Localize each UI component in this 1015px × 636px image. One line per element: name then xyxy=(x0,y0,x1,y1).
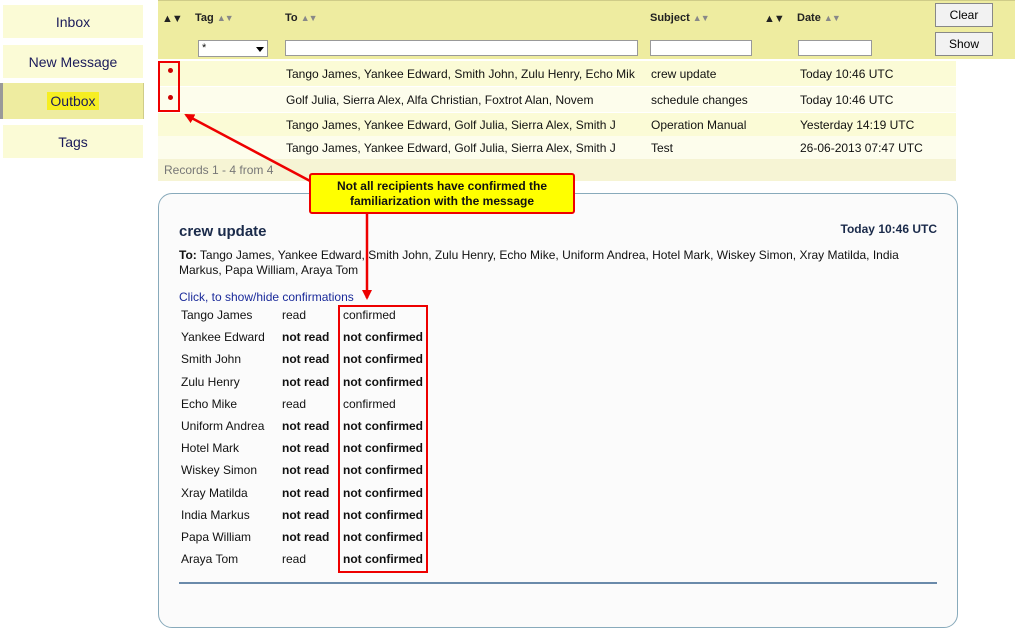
dropdown-caret-icon xyxy=(256,47,264,52)
read-status: not read xyxy=(282,375,330,389)
recipient-name: India Markus xyxy=(181,508,250,522)
read-status: not read xyxy=(282,508,330,522)
sidebar-item-new-message[interactable]: New Message xyxy=(3,45,143,78)
message-detail-panel: crew update Today 10:46 UTC To: Tango Ja… xyxy=(158,193,958,628)
read-status: not read xyxy=(282,530,330,544)
recipient-list: Tango James, Yankee Edward, Smith John, … xyxy=(179,248,899,277)
confirmation-row: Uniform Andrea not read not confirmed xyxy=(181,419,481,441)
sidebar-item-label: Inbox xyxy=(55,13,91,30)
tag-filter-value: * xyxy=(202,42,207,54)
recipient-name: Yankee Edward xyxy=(181,330,265,344)
confirmation-row: Yankee Edward not read not confirmed xyxy=(181,330,481,352)
recipient-name: Smith John xyxy=(181,352,242,366)
confirmation-row: Smith John not read not confirmed xyxy=(181,352,481,374)
recipient-name: Papa William xyxy=(181,530,252,544)
confirmation-row: Tango James read confirmed xyxy=(181,308,481,330)
sidebar-item-inbox[interactable]: Inbox xyxy=(3,5,143,38)
confirmation-row: Echo Mike read confirmed xyxy=(181,397,481,419)
message-to: Tango James, Yankee Edward, Golf Julia, … xyxy=(286,141,616,155)
recipient-name: Zulu Henry xyxy=(181,375,240,389)
sort-arrows-icon[interactable]: ▲▼ xyxy=(824,13,841,23)
confirmation-row: Zulu Henry not read not confirmed xyxy=(181,375,481,397)
sort-arrows-icon[interactable]: ▲▼ xyxy=(764,13,785,25)
read-status: not read xyxy=(282,441,330,455)
column-header-tag[interactable]: Tag ▲▼ xyxy=(195,12,234,24)
message-subject: crew update xyxy=(651,67,717,81)
sort-arrows-icon[interactable]: ▲▼ xyxy=(693,13,710,23)
column-label: To xyxy=(285,12,298,24)
show-button[interactable]: Show xyxy=(935,32,993,56)
column-header-to[interactable]: To ▲▼ xyxy=(285,12,318,24)
recipient-name: Hotel Mark xyxy=(181,441,240,455)
message-date: 26-06-2013 07:47 UTC xyxy=(800,141,923,155)
detail-date: Today 10:46 UTC xyxy=(840,222,937,236)
message-subject: Test xyxy=(651,141,674,155)
column-label: Tag xyxy=(195,12,214,24)
message-row[interactable]: Tango James, Yankee Edward, Golf Julia, … xyxy=(158,136,956,159)
message-row[interactable]: Tango James, Yankee Edward, Golf Julia, … xyxy=(158,113,956,136)
confirmation-row: Hotel Mark not read not confirmed xyxy=(181,441,481,463)
confirmation-row: Wiskey Simon not read not confirmed xyxy=(181,463,481,485)
confirmation-row: Papa William not read not confirmed xyxy=(181,530,481,552)
message-subject: schedule changes xyxy=(651,93,748,107)
sidebar-item-label: Outbox xyxy=(47,92,99,110)
to-label: To: xyxy=(179,248,197,262)
detail-title: crew update xyxy=(179,223,267,240)
toggle-confirmations-link[interactable]: Click, to show/hide confirmations xyxy=(179,290,354,304)
read-status: read xyxy=(282,397,307,411)
confirmation-row: India Markus not read not confirmed xyxy=(181,508,481,530)
column-label: Subject xyxy=(650,12,690,24)
column-label: Date xyxy=(797,12,821,24)
to-filter-input[interactable] xyxy=(285,40,638,56)
sidebar-item-label: New Message xyxy=(28,53,118,70)
message-subject: Operation Manual xyxy=(651,118,747,132)
records-text: Records 1 - 4 from 4 xyxy=(164,163,274,177)
unconfirmed-indicator-highlight xyxy=(158,61,180,112)
callout-line-1: Not all recipients have confirmed the xyxy=(336,179,548,193)
read-status: not read xyxy=(282,352,330,366)
recipient-name: Wiskey Simon xyxy=(181,463,258,477)
recipient-name: Araya Tom xyxy=(181,552,239,566)
clear-button[interactable]: Clear xyxy=(935,3,993,27)
read-status: read xyxy=(282,308,307,322)
sort-arrows-icon[interactable]: ▲▼ xyxy=(162,13,183,25)
message-row[interactable]: Tango James, Yankee Edward, Smith John, … xyxy=(158,61,956,86)
recipient-name: Tango James xyxy=(181,308,253,322)
read-status: not read xyxy=(282,463,330,477)
message-row[interactable]: Golf Julia, Sierra Alex, Alfa Christian,… xyxy=(158,87,956,112)
message-date: Today 10:46 UTC xyxy=(800,93,894,107)
recipient-name: Xray Matilda xyxy=(181,486,248,500)
message-to: Tango James, Yankee Edward, Golf Julia, … xyxy=(286,118,616,132)
column-header-date[interactable]: Date ▲▼ xyxy=(797,12,841,24)
message-to: Tango James, Yankee Edward, Smith John, … xyxy=(286,67,635,81)
sort-arrows-icon[interactable]: ▲▼ xyxy=(301,13,318,23)
tag-filter-select[interactable]: * xyxy=(198,40,268,57)
read-status: not read xyxy=(282,330,330,344)
sidebar-item-tags[interactable]: Tags xyxy=(3,125,143,158)
confirmation-row: Xray Matilda not read not confirmed xyxy=(181,486,481,508)
divider xyxy=(179,582,937,584)
detail-recipients: To: Tango James, Yankee Edward, Smith Jo… xyxy=(179,248,919,278)
message-to: Golf Julia, Sierra Alex, Alfa Christian,… xyxy=(286,93,594,107)
sidebar-item-label: Tags xyxy=(58,133,88,150)
read-status: read xyxy=(282,552,307,566)
annotation-callout: Not all recipients have confirmed the fa… xyxy=(309,173,575,214)
confirmation-status-highlight xyxy=(338,305,428,573)
date-filter-input[interactable] xyxy=(798,40,872,56)
callout-line-2: familiarization with the message xyxy=(349,194,535,208)
sort-arrows-icon[interactable]: ▲▼ xyxy=(217,13,234,23)
confirmation-row: Araya Tom read not confirmed xyxy=(181,552,481,574)
message-date: Yesterday 14:19 UTC xyxy=(800,118,915,132)
recipient-name: Echo Mike xyxy=(181,397,238,411)
read-status: not read xyxy=(282,419,330,433)
subject-filter-input[interactable] xyxy=(650,40,752,56)
sidebar-item-outbox[interactable]: Outbox xyxy=(0,83,144,119)
column-header-subject[interactable]: Subject ▲▼ xyxy=(650,12,710,24)
read-status: not read xyxy=(282,486,330,500)
message-date: Today 10:46 UTC xyxy=(800,67,894,81)
recipient-name: Uniform Andrea xyxy=(181,419,265,433)
